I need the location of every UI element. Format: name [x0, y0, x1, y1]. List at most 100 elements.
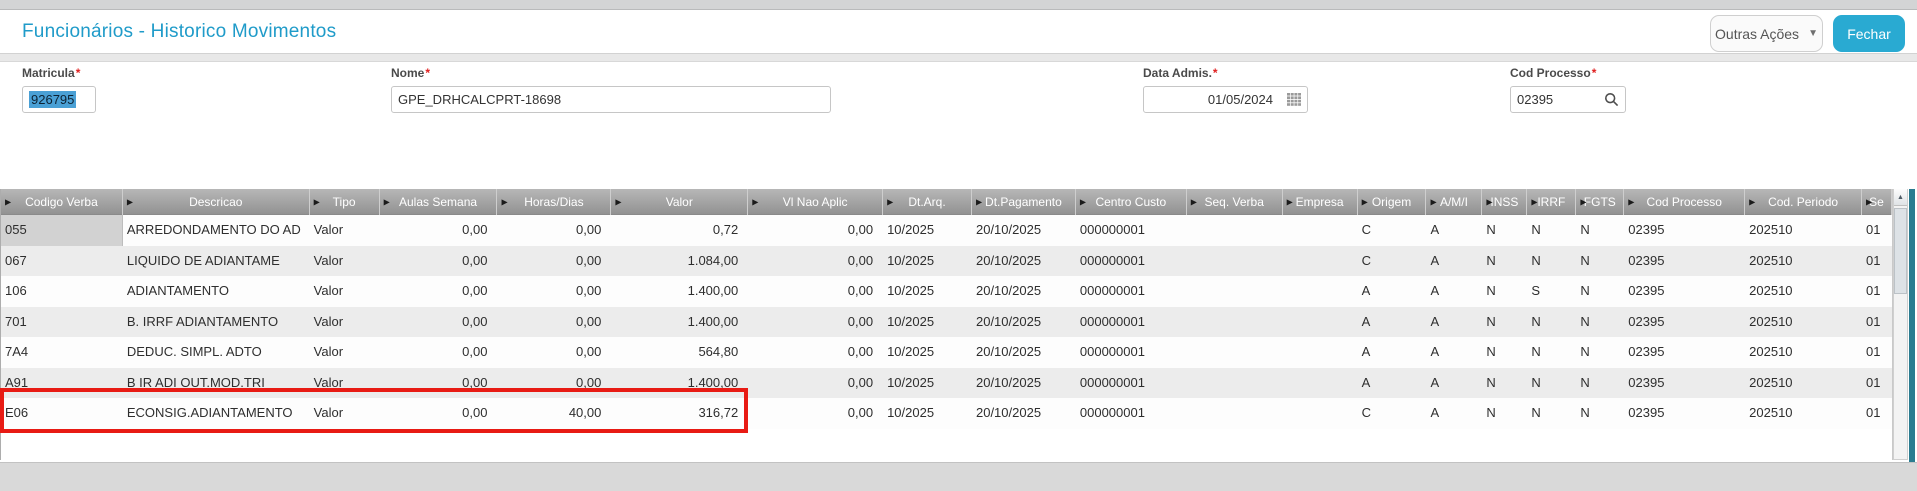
- grid-cell[interactable]: Valor: [310, 246, 380, 277]
- column-header-centro-custo[interactable]: ▶ Centro Custo: [1076, 189, 1187, 215]
- grid-cell[interactable]: 10/2025: [883, 307, 972, 338]
- grid-cell[interactable]: 1.400,00: [611, 307, 748, 338]
- data-admissao-input[interactable]: 01/05/2024: [1143, 86, 1308, 113]
- grid-cell[interactable]: 106: [1, 276, 123, 307]
- grid-cell[interactable]: A: [1426, 276, 1482, 307]
- grid-cell[interactable]: A: [1358, 337, 1427, 368]
- grid-cell[interactable]: ECONSIG.ADIANTAMENTO: [123, 398, 310, 429]
- grid-cell[interactable]: N: [1482, 337, 1527, 368]
- grid-cell[interactable]: 055: [1, 215, 123, 246]
- grid-cell[interactable]: DEDUC. SIMPL. ADTO: [123, 337, 310, 368]
- grid-cell[interactable]: 0,00: [748, 307, 883, 338]
- column-header-empresa[interactable]: ▶ Empresa: [1283, 189, 1358, 215]
- grid-cell[interactable]: 202510: [1745, 276, 1862, 307]
- grid-cell[interactable]: N: [1576, 368, 1624, 399]
- grid-cell[interactable]: [1283, 368, 1358, 399]
- grid-cell[interactable]: C: [1358, 215, 1427, 246]
- grid-cell[interactable]: 40,00: [497, 398, 611, 429]
- cod-processo-input[interactable]: 02395: [1510, 86, 1626, 113]
- grid-cell[interactable]: C: [1358, 246, 1427, 277]
- grid-cell[interactable]: N: [1527, 215, 1576, 246]
- column-header-fgts[interactable]: ▶ FGTS: [1576, 189, 1625, 215]
- grid-cell[interactable]: 0,00: [380, 337, 498, 368]
- column-header-tipo[interactable]: ▶ Tipo: [310, 189, 380, 215]
- column-header-descricao[interactable]: ▶ Descricao: [123, 189, 310, 215]
- grid-cell[interactable]: N: [1527, 337, 1576, 368]
- grid-cell[interactable]: 20/10/2025: [972, 215, 1076, 246]
- grid-cell[interactable]: Valor: [310, 337, 380, 368]
- column-header-inss[interactable]: ▶ INSS: [1482, 189, 1528, 215]
- grid-cell[interactable]: S: [1527, 276, 1576, 307]
- grid-cell[interactable]: [1283, 215, 1358, 246]
- grid-cell[interactable]: N: [1482, 246, 1527, 277]
- grid-cell[interactable]: 02395: [1624, 246, 1745, 277]
- grid-cell[interactable]: 0,00: [497, 337, 611, 368]
- grid-cell[interactable]: [1187, 337, 1283, 368]
- grid-cell[interactable]: 20/10/2025: [972, 337, 1076, 368]
- grid-row[interactable]: 106 ADIANTAMENTO Valor 0,00 0,00 1.400,00 0,00…: [1, 276, 1892, 307]
- column-header-dt-pagamento[interactable]: ▶ Dt.Pagamento: [972, 189, 1076, 215]
- grid-cell[interactable]: Valor: [310, 215, 380, 246]
- column-header-codigo-verba[interactable]: ▶ Codigo Verba: [1, 189, 123, 215]
- grid-cell[interactable]: Valor: [310, 398, 380, 429]
- grid-cell[interactable]: N: [1576, 246, 1624, 277]
- grid-cell[interactable]: 02395: [1624, 307, 1745, 338]
- grid-cell[interactable]: 7A4: [1, 337, 123, 368]
- grid-row[interactable]: 067 LIQUIDO DE ADIANTAME Valor 0,00 0,00 1.08…: [1, 245, 1892, 277]
- grid-cell[interactable]: 02395: [1624, 337, 1745, 368]
- close-button[interactable]: Fechar: [1833, 15, 1905, 52]
- grid-cell[interactable]: B IR ADI OUT.MOD.TRI: [123, 368, 310, 399]
- grid-cell[interactable]: 02395: [1624, 276, 1745, 307]
- column-header-a-m-i[interactable]: ▶ A/M/I: [1426, 189, 1483, 215]
- grid-cell[interactable]: E06: [1, 398, 123, 429]
- grid-cell[interactable]: A: [1426, 246, 1482, 277]
- grid-row[interactable]: 055 ARREDONDAMENTO DO AD Valor 0,00 0,00 0,72…: [1, 215, 1892, 246]
- grid-cell[interactable]: B. IRRF ADIANTAMENTO: [123, 307, 310, 338]
- grid-cell[interactable]: A: [1426, 215, 1482, 246]
- grid-cell[interactable]: 02395: [1624, 368, 1745, 399]
- grid-cell[interactable]: N: [1527, 368, 1576, 399]
- grid-cell[interactable]: 067: [1, 246, 123, 277]
- grid-cell[interactable]: 0,00: [380, 276, 498, 307]
- grid-row[interactable]: A91 B IR ADI OUT.MOD.TRI Valor 0,00 0,00 1.40…: [1, 367, 1892, 399]
- grid-cell[interactable]: [1283, 307, 1358, 338]
- grid-cell[interactable]: A91: [1, 368, 123, 399]
- column-header-cod-periodo[interactable]: ▶ Cod. Periodo: [1745, 189, 1863, 215]
- grid-cell[interactable]: 10/2025: [883, 368, 972, 399]
- column-header-se[interactable]: ▶ Se: [1862, 189, 1892, 215]
- grid-cell[interactable]: [1283, 398, 1358, 429]
- grid-cell[interactable]: 20/10/2025: [972, 276, 1076, 307]
- grid-cell[interactable]: 10/2025: [883, 276, 972, 307]
- grid-cell[interactable]: 0,00: [748, 337, 883, 368]
- grid-cell[interactable]: N: [1576, 215, 1624, 246]
- grid-cell[interactable]: 000000001: [1076, 368, 1187, 399]
- grid-cell[interactable]: A: [1358, 368, 1427, 399]
- grid-cell[interactable]: A: [1358, 307, 1427, 338]
- grid-cell[interactable]: [1187, 215, 1283, 246]
- grid-cell[interactable]: 0,00: [748, 368, 883, 399]
- grid-cell[interactable]: 10/2025: [883, 215, 972, 246]
- grid-cell[interactable]: A: [1426, 398, 1482, 429]
- grid-cell[interactable]: 564,80: [611, 337, 748, 368]
- grid-cell[interactable]: Valor: [310, 368, 380, 399]
- grid-cell[interactable]: 316,72: [611, 398, 748, 429]
- grid-cell[interactable]: 01: [1862, 307, 1892, 338]
- grid-cell[interactable]: 000000001: [1076, 276, 1187, 307]
- grid-cell[interactable]: [1187, 368, 1283, 399]
- grid-cell[interactable]: [1187, 398, 1283, 429]
- grid-cell[interactable]: N: [1527, 246, 1576, 277]
- grid-cell[interactable]: 000000001: [1076, 398, 1187, 429]
- grid-cell[interactable]: LIQUIDO DE ADIANTAME: [123, 246, 310, 277]
- grid-cell[interactable]: N: [1482, 307, 1527, 338]
- grid-cell[interactable]: 0,00: [497, 215, 611, 246]
- grid-cell[interactable]: C: [1358, 398, 1427, 429]
- grid-cell[interactable]: 1.400,00: [611, 368, 748, 399]
- grid-cell[interactable]: N: [1527, 398, 1576, 429]
- grid-cell[interactable]: N: [1576, 398, 1624, 429]
- grid-cell[interactable]: [1187, 307, 1283, 338]
- grid-cell[interactable]: 0,00: [497, 307, 611, 338]
- grid-cell[interactable]: 0,00: [380, 215, 498, 246]
- grid-cell[interactable]: [1187, 246, 1283, 277]
- grid-cell[interactable]: 0,00: [497, 368, 611, 399]
- grid-cell[interactable]: 1.084,00: [611, 246, 748, 277]
